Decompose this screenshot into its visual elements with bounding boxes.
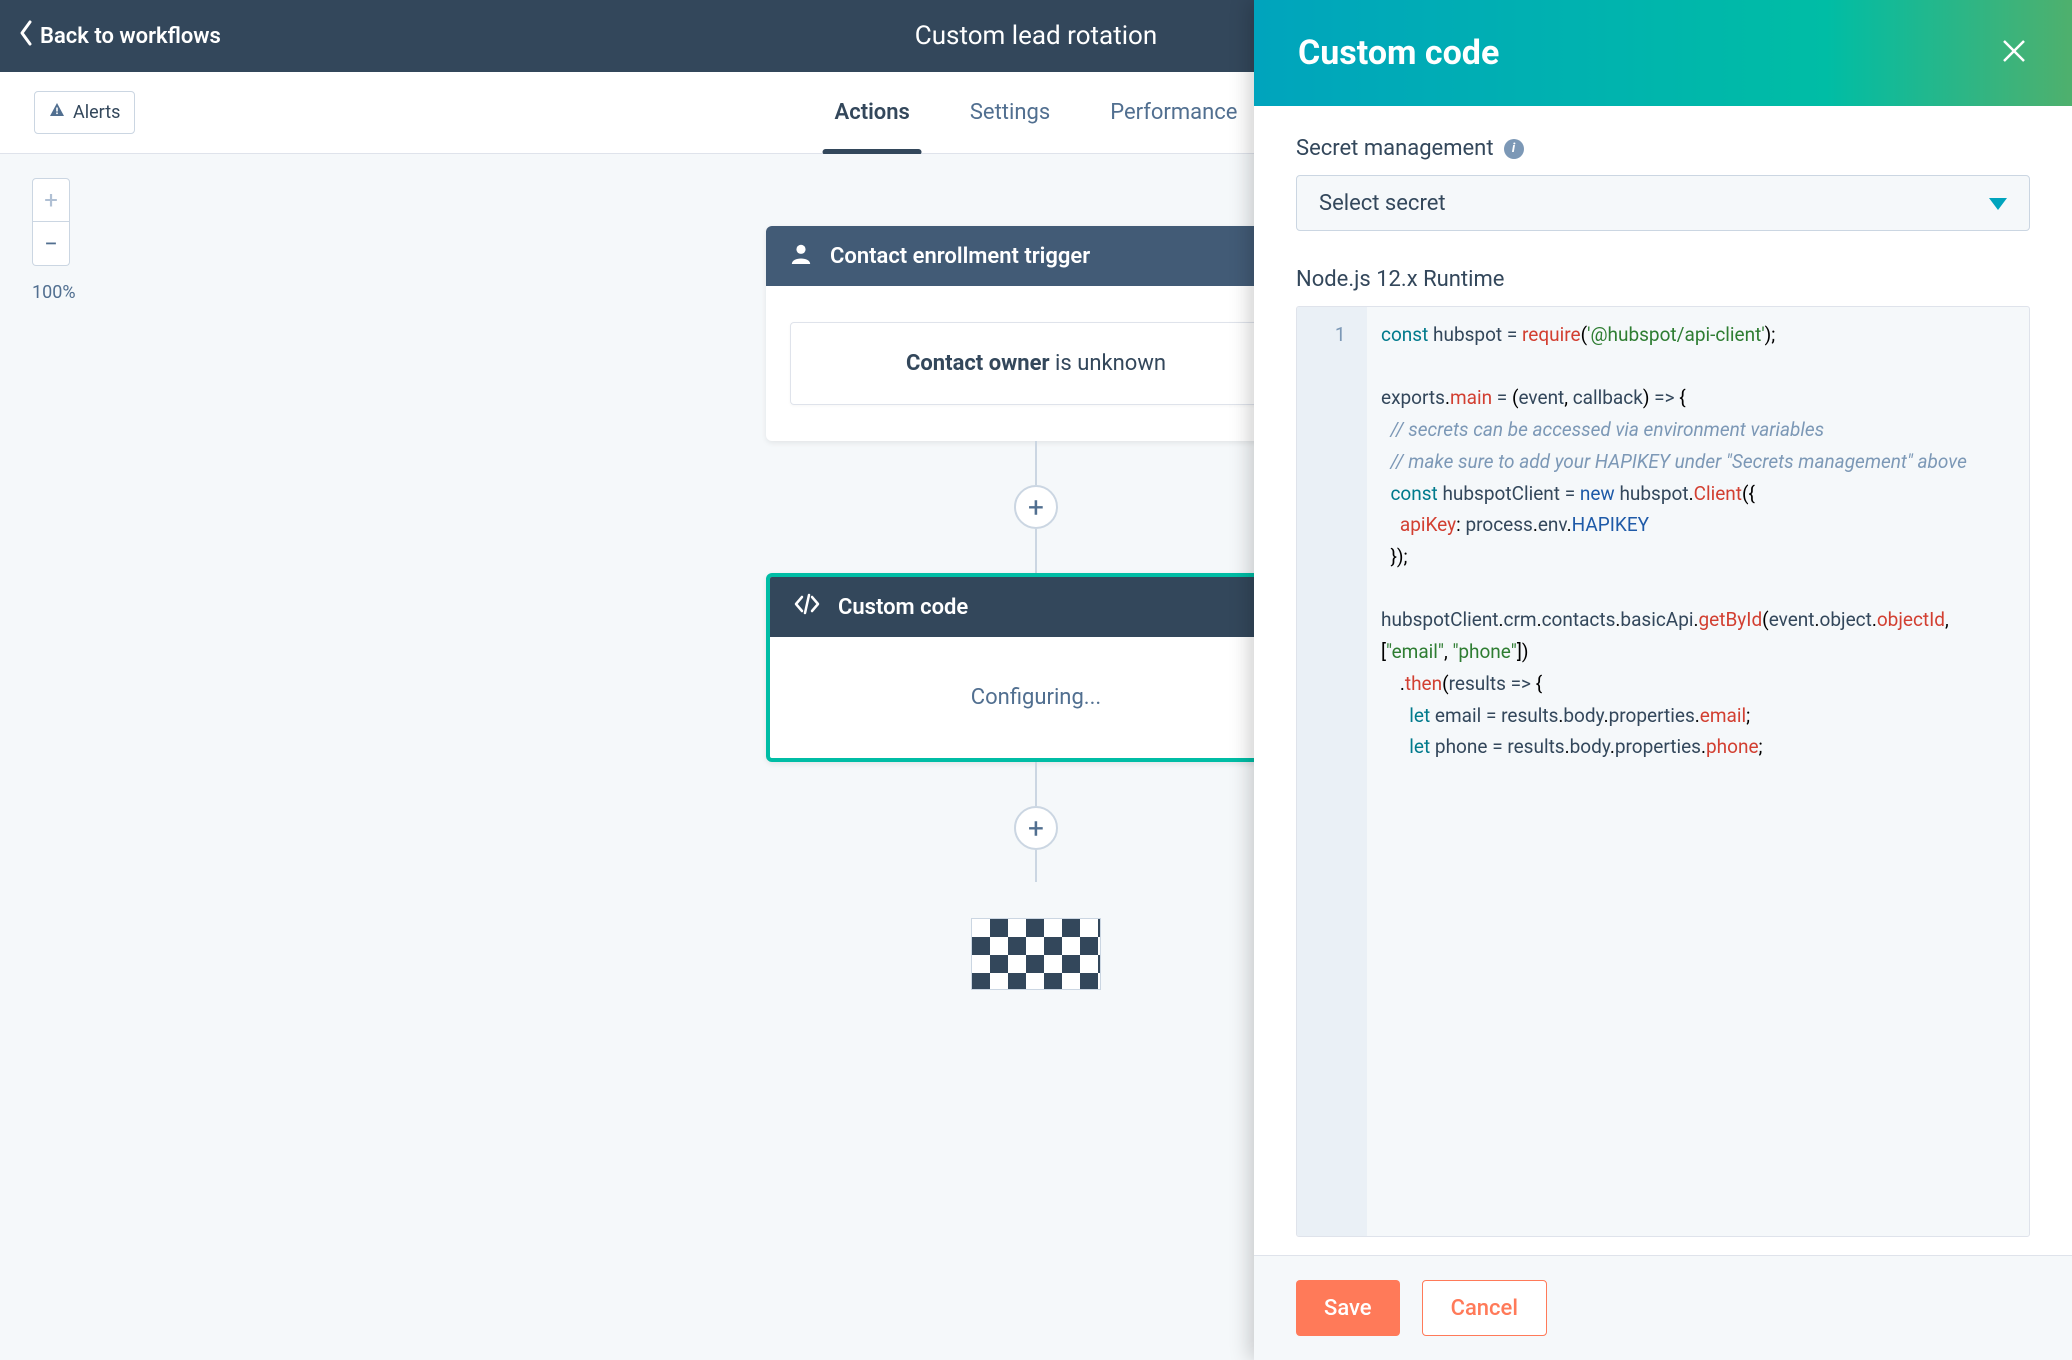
secret-mgmt-label: Secret management i: [1296, 136, 2030, 161]
alerts-button[interactable]: Alerts: [34, 91, 135, 134]
custom-code-status: Configuring...: [770, 637, 1302, 758]
secret-select-value: Select secret: [1319, 191, 1446, 216]
alert-icon: [49, 102, 65, 123]
runtime-label: Node.js 12.x Runtime: [1296, 267, 2030, 292]
enrollment-trigger-header: Contact enrollment trigger: [766, 226, 1306, 286]
close-panel-button[interactable]: [2000, 37, 2028, 69]
connector: [1035, 529, 1037, 573]
zoom-out-button[interactable]: −: [32, 222, 70, 266]
tab-actions[interactable]: Actions: [835, 72, 910, 153]
connector: [1035, 762, 1037, 806]
code-editor[interactable]: 1 2 3 ▾ 4 5 6 ▾: [1296, 306, 2030, 1237]
close-icon: [2000, 50, 2028, 69]
tab-settings[interactable]: Settings: [970, 72, 1050, 153]
alerts-label: Alerts: [73, 102, 120, 123]
page-title: Custom lead rotation: [915, 21, 1157, 51]
enrollment-trigger-node[interactable]: Contact enrollment trigger Contact owner…: [766, 226, 1306, 441]
panel-header: Custom code: [1254, 0, 2072, 106]
custom-code-node[interactable]: Custom code Configuring...: [766, 573, 1306, 762]
enrollment-trigger-body: Contact owner is unknown: [766, 286, 1306, 441]
code-icon: [794, 593, 820, 621]
panel-footer: Save Cancel: [1254, 1255, 2072, 1360]
zoom-in-button[interactable]: +: [32, 178, 70, 222]
code-area[interactable]: const hubspot = require('@hubspot/api-cl…: [1367, 307, 2029, 1236]
info-icon[interactable]: i: [1504, 139, 1524, 159]
zoom-controls: + − 100%: [32, 178, 76, 303]
chevron-left-icon: [18, 19, 34, 53]
cancel-button[interactable]: Cancel: [1422, 1280, 1547, 1336]
workflow-end-icon: [971, 918, 1101, 990]
code-gutter: 1 2 3 ▾ 4 5 6 ▾: [1297, 307, 1367, 1236]
custom-code-header: Custom code: [770, 577, 1302, 637]
enrollment-trigger-title: Contact enrollment trigger: [830, 244, 1090, 269]
caret-down-icon: [1989, 191, 2007, 216]
panel-title: Custom code: [1298, 33, 1499, 73]
contact-icon: [790, 242, 812, 270]
subnav-tabs: Actions Settings Performance: [835, 72, 1238, 153]
panel-body: Secret management i Select secret Node.j…: [1254, 106, 2072, 1255]
workflow-flow: Contact enrollment trigger Contact owner…: [766, 226, 1306, 990]
custom-code-panel: Custom code Secret management i Select s…: [1254, 0, 2072, 1360]
connector: [1035, 850, 1037, 882]
zoom-level: 100%: [32, 282, 76, 303]
trigger-operator: is unknown: [1050, 351, 1166, 376]
connector: [1035, 441, 1037, 485]
add-action-button[interactable]: +: [1014, 485, 1058, 529]
add-action-button[interactable]: +: [1014, 806, 1058, 850]
custom-code-title: Custom code: [838, 595, 968, 620]
trigger-property: Contact owner: [906, 351, 1050, 376]
save-button[interactable]: Save: [1296, 1280, 1400, 1336]
back-label: Back to workflows: [40, 24, 221, 49]
tab-performance[interactable]: Performance: [1110, 72, 1237, 153]
trigger-condition[interactable]: Contact owner is unknown: [790, 322, 1282, 405]
secret-select[interactable]: Select secret: [1296, 175, 2030, 231]
back-to-workflows[interactable]: Back to workflows: [18, 19, 221, 53]
